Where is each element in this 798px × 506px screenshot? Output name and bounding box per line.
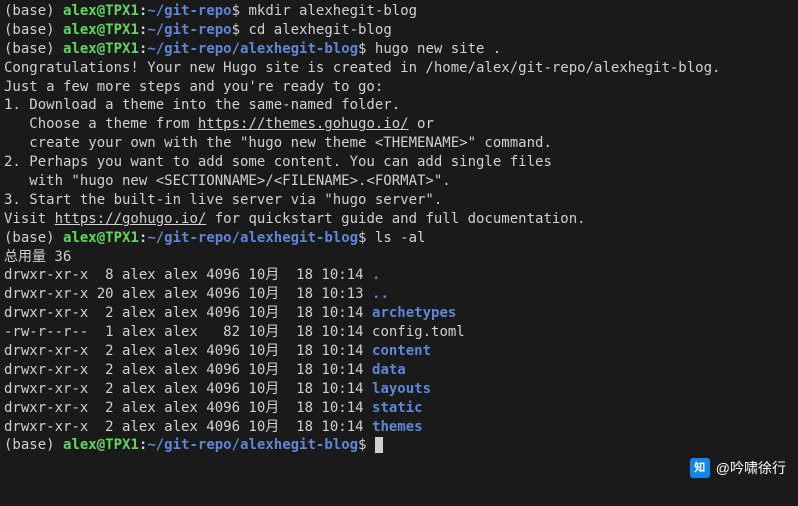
- watermark: 知 @吟啸徐行: [690, 458, 786, 478]
- link[interactable]: https://gohugo.io/: [55, 211, 207, 227]
- output-line: 2. Perhaps you want to add some content.…: [4, 153, 794, 172]
- ls-perms: -rw-r--r-- 1 alex alex 82 10月 18 10:14: [4, 324, 372, 340]
- ls-perms: drwxr-xr-x 2 alex alex 4096 10月 18 10:14: [4, 305, 372, 321]
- user: alex: [63, 3, 97, 19]
- ls-row: drwxr-xr-x 20 alex alex 4096 10月 18 10:1…: [4, 285, 794, 304]
- ls-perms: drwxr-xr-x 2 alex alex 4096 10月 18 10:14: [4, 343, 372, 359]
- ls-perms: drwxr-xr-x 2 alex alex 4096 10月 18 10:14: [4, 362, 372, 378]
- ls-total: 总用量 36: [4, 248, 794, 267]
- output-line: 3. Start the built-in live server via "h…: [4, 191, 794, 210]
- ls-perms: drwxr-xr-x 2 alex alex 4096 10月 18 10:14: [4, 419, 372, 435]
- command: mkdir alexhegit-blog: [248, 3, 417, 19]
- ls-perms: drwxr-xr-x 2 alex alex 4096 10月 18 10:14: [4, 381, 372, 397]
- host: TPX1: [105, 3, 139, 19]
- ls-row: drwxr-xr-x 2 alex alex 4096 10月 18 10:14…: [4, 399, 794, 418]
- ls-row: drwxr-xr-x 2 alex alex 4096 10月 18 10:14…: [4, 380, 794, 399]
- ls-dir-name: .: [372, 267, 380, 283]
- ls-perms: drwxr-xr-x 8 alex alex 4096 10月 18 10:14: [4, 267, 372, 283]
- ls-dir-name: static: [372, 400, 423, 416]
- watermark-text: @吟啸徐行: [716, 459, 786, 478]
- ls-perms: drwxr-xr-x 20 alex alex 4096 10月 18 10:1…: [4, 286, 372, 302]
- prompt-line: (base) alex@TPX1:~/git-repo/alexhegit-bl…: [4, 229, 794, 248]
- ls-file-name: config.toml: [372, 324, 465, 340]
- output-line: create your own with the "hugo new theme…: [4, 134, 794, 153]
- ls-dir-name: data: [372, 362, 406, 378]
- ls-dir-name: ..: [372, 286, 389, 302]
- prompt-line: (base) alex@TPX1:~/git-repo$ mkdir alexh…: [4, 2, 794, 21]
- prompt-line-active[interactable]: (base) alex@TPX1:~/git-repo/alexhegit-bl…: [4, 436, 794, 455]
- terminal-output[interactable]: (base) alex@TPX1:~/git-repo$ mkdir alexh…: [4, 2, 794, 455]
- output-line: Just a few more steps and you're ready t…: [4, 78, 794, 97]
- ls-listing: drwxr-xr-x 8 alex alex 4096 10月 18 10:14…: [4, 266, 794, 436]
- ls-row: drwxr-xr-x 2 alex alex 4096 10月 18 10:14…: [4, 418, 794, 437]
- prompt-line: (base) alex@TPX1:~/git-repo/alexhegit-bl…: [4, 40, 794, 59]
- prompt-line: (base) alex@TPX1:~/git-repo$ cd alexhegi…: [4, 21, 794, 40]
- output-line: Visit https://gohugo.io/ for quickstart …: [4, 210, 794, 229]
- ls-row: drwxr-xr-x 2 alex alex 4096 10月 18 10:14…: [4, 361, 794, 380]
- env: (base): [4, 3, 63, 19]
- output-line: Choose a theme from https://themes.gohug…: [4, 115, 794, 134]
- cursor-icon: [375, 437, 383, 453]
- ls-dir-name: content: [372, 343, 431, 359]
- output-line: 1. Download a theme into the same-named …: [4, 96, 794, 115]
- at: @: [97, 3, 105, 19]
- ls-row: drwxr-xr-x 8 alex alex 4096 10月 18 10:14…: [4, 266, 794, 285]
- path: ~/git-repo: [147, 3, 231, 19]
- ls-perms: drwxr-xr-x 2 alex alex 4096 10月 18 10:14: [4, 400, 372, 416]
- link[interactable]: https://themes.gohugo.io/: [198, 116, 409, 132]
- ls-dir-name: layouts: [372, 381, 431, 397]
- ls-dir-name: archetypes: [372, 305, 456, 321]
- output-line: with "hugo new <SECTIONNAME>/<FILENAME>.…: [4, 172, 794, 191]
- zhihu-icon: 知: [690, 458, 710, 478]
- ls-dir-name: themes: [372, 419, 423, 435]
- output-line: Congratulations! Your new Hugo site is c…: [4, 59, 794, 78]
- ls-row: drwxr-xr-x 2 alex alex 4096 10月 18 10:14…: [4, 342, 794, 361]
- ls-row: -rw-r--r-- 1 alex alex 82 10月 18 10:14 c…: [4, 323, 794, 342]
- dollar: $: [232, 3, 249, 19]
- ls-row: drwxr-xr-x 2 alex alex 4096 10月 18 10:14…: [4, 304, 794, 323]
